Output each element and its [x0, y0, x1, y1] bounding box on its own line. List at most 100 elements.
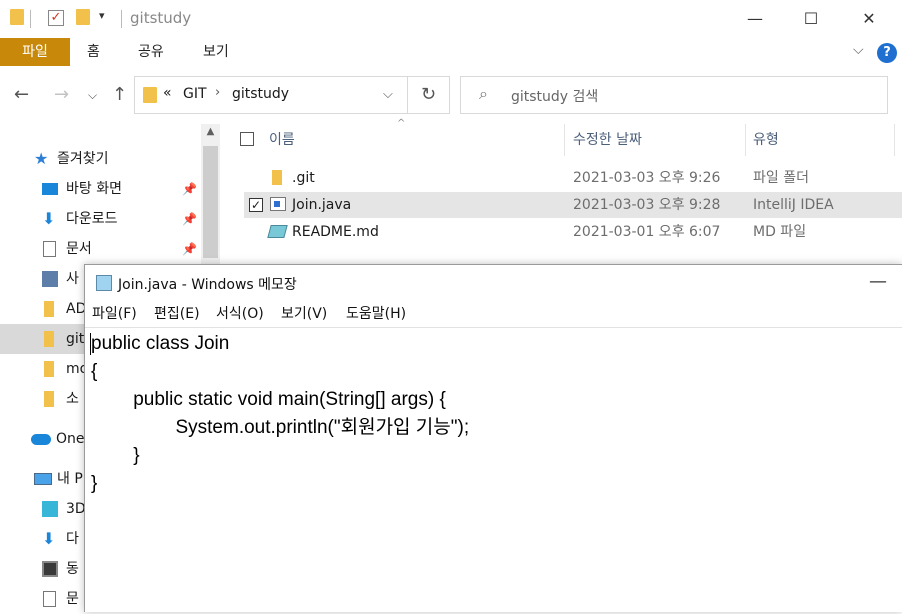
file-type: 파일 폴더	[753, 170, 809, 186]
breadcrumb-chevron-icon[interactable]: ›	[215, 85, 220, 100]
file-type: IntelliJ IDEA	[753, 197, 834, 213]
minimize-button[interactable]: —	[726, 0, 784, 38]
ribbon-tabs	[0, 38, 902, 68]
file-type: MD 파일	[753, 224, 807, 240]
sidebar-item-label: 문서	[66, 241, 92, 257]
breadcrumb-overflow[interactable]: «	[163, 85, 172, 101]
md-file-icon	[267, 225, 288, 238]
folder-icon	[44, 301, 54, 317]
pin-icon: 📌	[182, 182, 197, 196]
up-arrow-icon[interactable]: ↑	[112, 84, 127, 105]
scroll-up-arrow-icon[interactable]: ▲	[201, 126, 220, 144]
menu-format[interactable]: 서식(O)	[216, 301, 264, 327]
refresh-button[interactable]: ↻	[408, 76, 450, 114]
pin-icon: 📌	[182, 242, 197, 256]
java-file-icon	[270, 197, 286, 211]
file-modified: 2021-03-03 오후 9:26	[573, 170, 721, 186]
sidebar-item-label: One	[56, 431, 85, 447]
quick-access-dropdown-icon[interactable]: ▾	[99, 9, 105, 22]
notepad-menubar: 파일(F) 편집(E) 서식(O) 보기(V) 도움말(H)	[85, 301, 902, 327]
file-row-join-java[interactable]: ✓ Join.java 2021-03-03 오후 9:28 IntelliJ …	[244, 192, 902, 218]
folder-icon	[272, 170, 282, 185]
file-row-readme[interactable]: README.md 2021-03-01 오후 6:07 MD 파일	[244, 219, 902, 245]
notepad-text-area[interactable]: public class Join { public static void m…	[85, 327, 902, 614]
address-dropdown-icon[interactable]: ⌵	[383, 87, 393, 102]
tab-file[interactable]: 파일	[0, 38, 70, 66]
file-name: Join.java	[292, 197, 352, 213]
close-button[interactable]: ✕	[840, 0, 898, 38]
column-header-modified[interactable]: 수정한 날짜	[573, 124, 642, 156]
folder-icon	[143, 87, 157, 103]
file-name: .git	[292, 170, 315, 186]
desktop-icon	[42, 183, 58, 195]
divider	[121, 10, 122, 28]
maximize-button[interactable]: ☐	[782, 0, 840, 38]
menu-file[interactable]: 파일(F)	[92, 301, 137, 327]
notepad-icon	[96, 275, 112, 291]
folder-icon	[10, 9, 24, 25]
cube-icon	[42, 501, 58, 517]
sidebar-item-label: 즐겨찾기	[57, 151, 109, 167]
sidebar-item-label: 내 P	[57, 471, 83, 487]
sidebar-item-label: 소	[66, 391, 79, 407]
divider	[564, 124, 565, 156]
column-header-type[interactable]: 유형	[753, 124, 779, 156]
download-icon: ⬇	[42, 209, 56, 228]
sidebar-item-label: 바탕 화면	[66, 181, 122, 197]
recent-locations-chevron-icon[interactable]: ⌵	[88, 88, 97, 103]
tab-home[interactable]: 홈	[87, 38, 100, 66]
folder-icon	[44, 391, 54, 407]
expand-ribbon-chevron-icon[interactable]: ⌵	[853, 42, 864, 58]
file-name: README.md	[292, 224, 379, 240]
notepad-minimize-button[interactable]: —	[869, 271, 887, 292]
sidebar-item-label: 사	[66, 271, 79, 287]
notepad-content[interactable]: public class Join { public static void m…	[91, 330, 469, 498]
file-row-git[interactable]: .git 2021-03-03 오후 9:26 파일 폴더	[244, 165, 902, 191]
download-icon: ⬇	[42, 529, 56, 548]
notepad-window: Join.java - Windows 메모장 — 파일(F) 편집(E) 서식…	[84, 264, 902, 612]
row-checkbox[interactable]: ✓	[249, 198, 263, 212]
tab-view[interactable]: 보기	[203, 38, 229, 66]
star-icon: ★	[34, 149, 49, 168]
tab-share[interactable]: 공유	[138, 38, 164, 66]
forward-arrow-icon[interactable]: →	[54, 84, 69, 105]
notepad-titlebar: Join.java - Windows 메모장 —	[85, 265, 902, 301]
divider	[894, 124, 895, 156]
sidebar-item-label: 다운로드	[66, 211, 118, 227]
menu-help[interactable]: 도움말(H)	[346, 301, 406, 327]
sidebar-item-downloads[interactable]: ⬇ 다운로드 📌	[0, 204, 200, 234]
new-folder-icon[interactable]	[76, 9, 90, 25]
sidebar-item-desktop[interactable]: 바탕 화면 📌	[0, 174, 200, 204]
select-all-checkbox[interactable]	[240, 132, 254, 146]
document-icon	[43, 591, 56, 607]
search-input[interactable]: gitstudy 검색	[511, 86, 598, 106]
search-icon: ⌕	[479, 84, 488, 103]
sidebar-item-label: 문	[66, 591, 79, 607]
sidebar-item-label: 동	[66, 561, 79, 577]
cloud-icon	[31, 434, 51, 445]
sidebar-item-label: 3D	[66, 501, 86, 517]
window-title: gitstudy	[130, 9, 192, 27]
notepad-title: Join.java - Windows 메모장	[118, 277, 297, 293]
divider	[745, 124, 746, 156]
breadcrumb-item-gitstudy[interactable]: gitstudy	[232, 86, 289, 102]
back-arrow-icon[interactable]: ←	[14, 84, 29, 105]
folder-icon	[44, 361, 54, 377]
file-modified: 2021-03-01 오후 6:07	[573, 224, 721, 240]
sidebar-item-documents[interactable]: 문서 📌	[0, 234, 200, 264]
breadcrumb-item-git[interactable]: GIT	[183, 86, 207, 102]
divider	[30, 10, 31, 28]
file-modified: 2021-03-03 오후 9:28	[573, 197, 721, 213]
column-header-name[interactable]: 이름	[269, 124, 295, 156]
scrollbar-thumb[interactable]	[203, 146, 218, 258]
menu-edit[interactable]: 편집(E)	[154, 301, 200, 327]
picture-icon	[42, 271, 58, 287]
search-box[interactable]: ⌕ gitstudy 검색	[460, 76, 888, 114]
sidebar-item-quick-access[interactable]: ★ 즐겨찾기	[0, 144, 200, 174]
document-icon	[43, 241, 56, 257]
menu-view[interactable]: 보기(V)	[281, 301, 327, 327]
help-icon[interactable]: ?	[877, 43, 897, 63]
properties-icon[interactable]: ✓	[48, 10, 64, 26]
folder-icon	[44, 331, 54, 347]
address-bar[interactable]: « GIT › gitstudy ⌵	[134, 76, 408, 114]
